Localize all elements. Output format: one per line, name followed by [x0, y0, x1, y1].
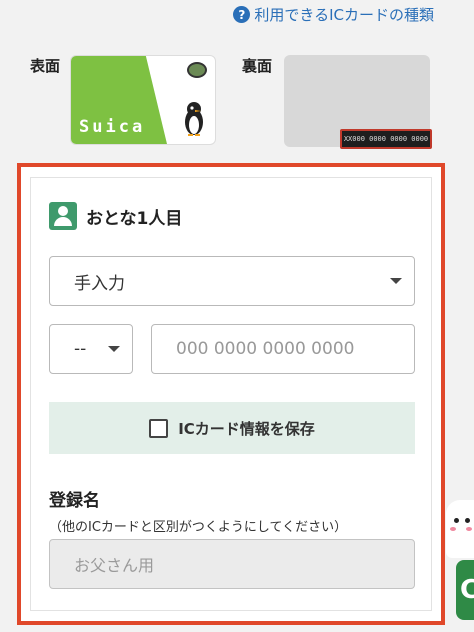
- back-side-label: 裏面: [242, 57, 273, 75]
- passenger-heading-label: おとな1人目: [86, 208, 183, 229]
- card-prefix-value: --: [74, 339, 87, 359]
- card-front-image: Suica: [70, 55, 216, 145]
- passenger-heading: おとな1人目: [49, 202, 182, 230]
- card-prefix-select[interactable]: --: [49, 324, 133, 374]
- input-method-select[interactable]: 手入力: [49, 256, 415, 306]
- registration-name-hint: （他のICカードと区別がつくようにしてください）: [49, 520, 348, 535]
- save-card-info-label: ICカード情報を保存: [178, 419, 315, 438]
- card-brand-logo: Suica: [79, 117, 146, 137]
- passenger-form: おとな1人目 手入力 -- 000 0000 0000 0000 ICカード情報…: [30, 177, 432, 611]
- save-card-info-checkbox-row[interactable]: ICカード情報を保存: [49, 402, 415, 454]
- card-number-input[interactable]: 000 0000 0000 0000: [151, 324, 415, 374]
- chevron-down-icon: [390, 278, 402, 284]
- ic-chip-icon: [187, 62, 207, 78]
- card-number-placeholder: 000 0000 0000 0000: [176, 339, 355, 359]
- registration-name-placeholder: お父さん用: [74, 556, 155, 575]
- front-side-label: 表面: [30, 57, 61, 75]
- passenger-form-highlight: おとな1人目 手入力 -- 000 0000 0000 0000 ICカード情報…: [17, 163, 445, 625]
- chevron-down-icon: [108, 346, 120, 352]
- registration-name-input[interactable]: お父さん用: [49, 539, 415, 589]
- mascot-image: [446, 500, 474, 558]
- registration-name-label: 登録名: [49, 491, 100, 511]
- save-card-info-checkbox[interactable]: [149, 418, 169, 438]
- penguin-icon: [185, 102, 203, 136]
- input-method-value: 手入力: [74, 273, 125, 294]
- card-number-location-highlight: XX000 0000 0000 0000: [340, 129, 432, 149]
- page: ? 利用できるICカードの種類 表面 Suica 裏面 XX000 0000 0…: [0, 0, 474, 632]
- question-circle-icon: ?: [233, 6, 251, 23]
- floating-action-button[interactable]: C: [456, 560, 474, 620]
- person-icon: [49, 202, 77, 230]
- ic-card-types-link-label: 利用できるICカードの種類: [254, 6, 434, 24]
- ic-card-types-link[interactable]: ? 利用できるICカードの種類: [233, 4, 434, 25]
- floating-action-button-label: C: [460, 575, 474, 605]
